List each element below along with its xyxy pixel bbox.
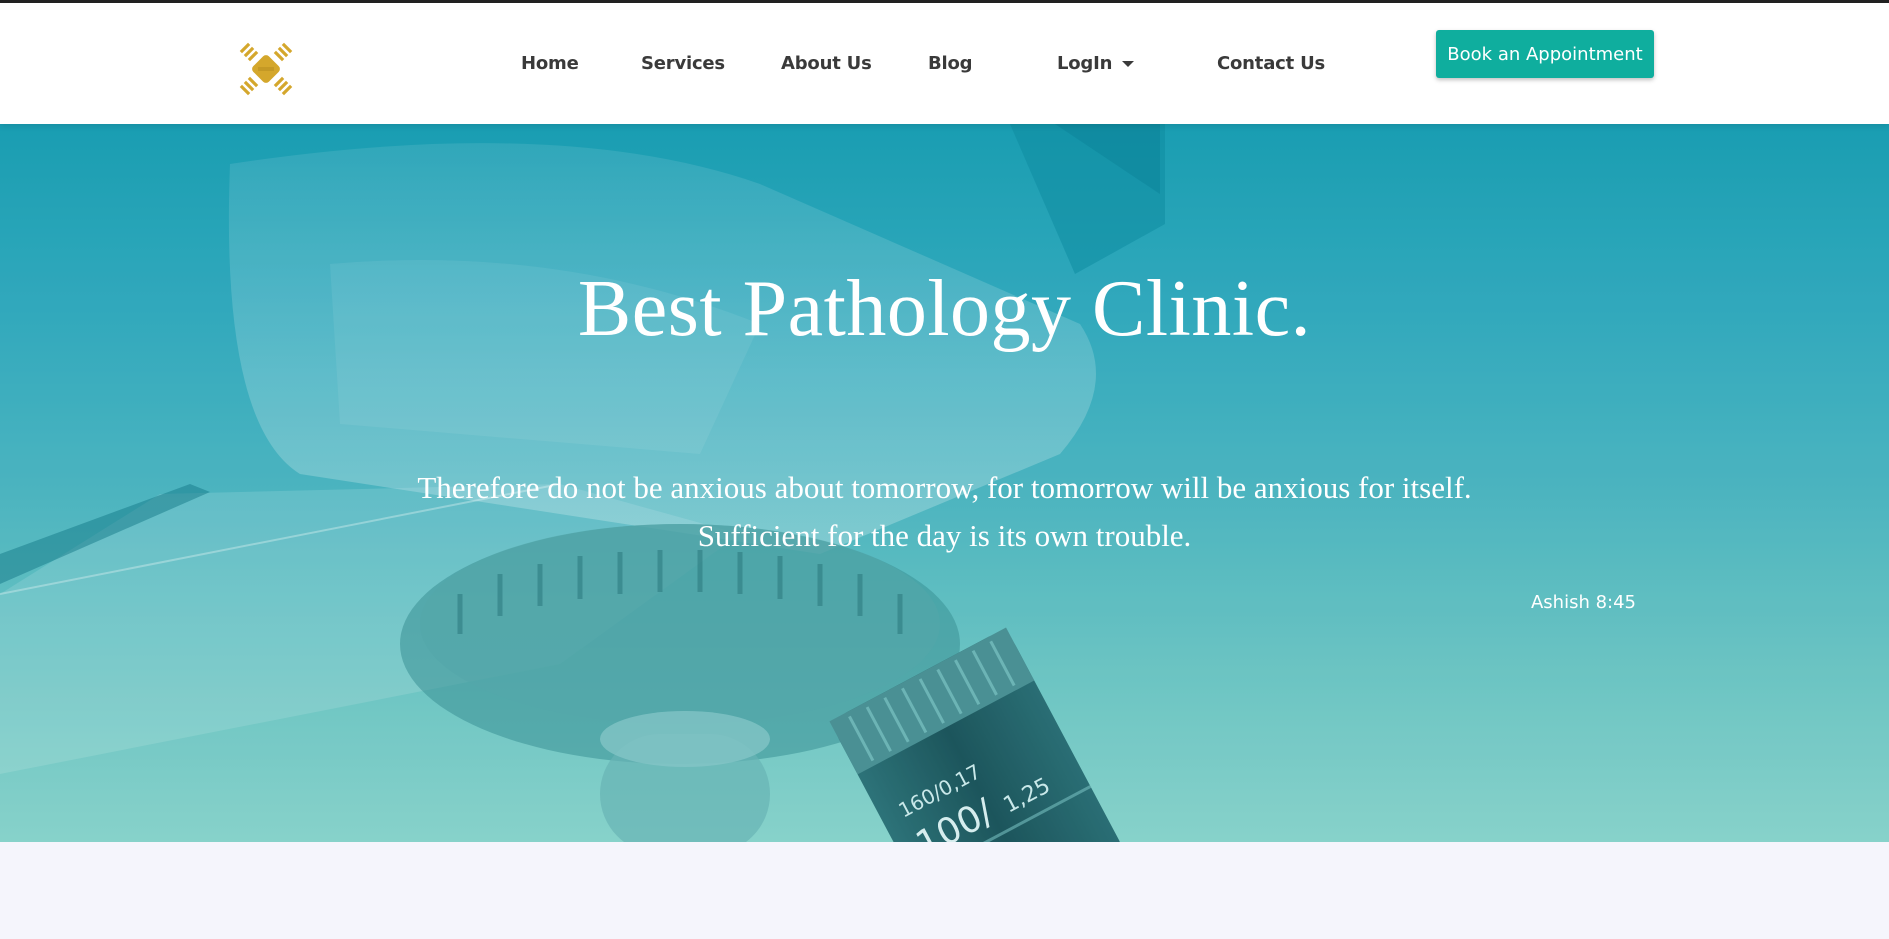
caret-down-icon [1122, 61, 1135, 67]
sun-emblem-logo-icon [239, 42, 293, 96]
hero-quote-line-1: Therefore do not be anxious about tomorr… [417, 470, 1472, 505]
nav-services[interactable]: Services [641, 53, 725, 74]
hero-quote-line-2: Sufficient for the day is its own troubl… [697, 518, 1192, 553]
hero-quote: Therefore do not be anxious about tomorr… [0, 464, 1889, 560]
navbar: Home Services About Us Blog LogIn Contac… [0, 3, 1889, 124]
hero-banner: 160/0,17 100/ 1,25 Best Pathology Clinic… [0, 124, 1889, 842]
nav-login-dropdown[interactable]: LogIn [1057, 53, 1135, 74]
page: Home Services About Us Blog LogIn Contac… [0, 0, 1889, 939]
book-appointment-button[interactable]: Book an Appointment [1436, 30, 1654, 78]
nav-contact-us[interactable]: Contact Us [1217, 53, 1325, 74]
nav-home[interactable]: Home [521, 53, 579, 74]
nav-blog[interactable]: Blog [928, 53, 973, 74]
hero-title: Best Pathology Clinic. [577, 265, 1312, 353]
site-logo[interactable] [238, 41, 294, 97]
nav-about-us[interactable]: About Us [781, 53, 872, 74]
nav-login-label: LogIn [1057, 53, 1113, 74]
hero-quote-citation: Ashish 8:45 [1530, 592, 1636, 613]
